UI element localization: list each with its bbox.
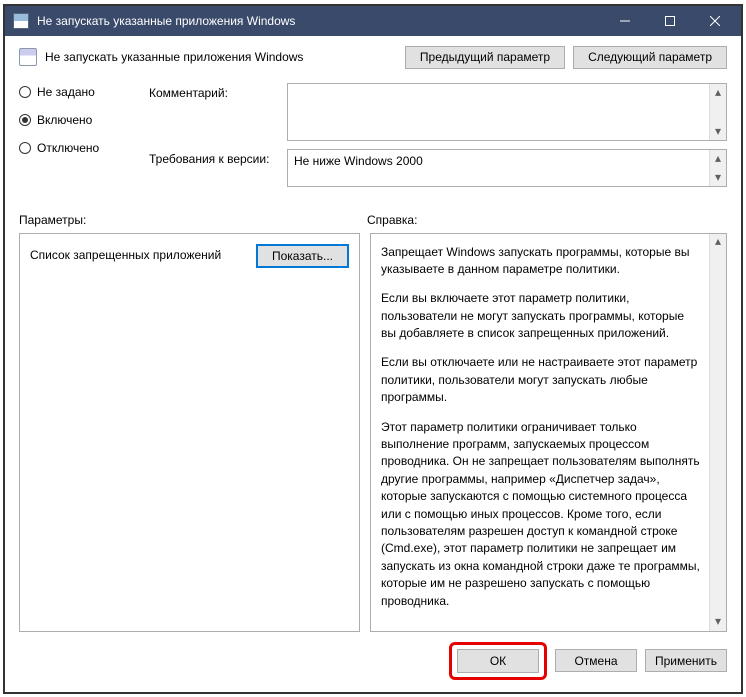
radio-label: Не задано [37,85,95,99]
help-text: Если вы отключаете или не настраиваете э… [381,354,700,406]
policy-icon [19,48,37,66]
close-button[interactable] [692,6,737,36]
ok-button[interactable]: ОК [457,649,539,673]
help-text: Этот параметр политики ограничивает толь… [381,419,700,610]
radio-icon [19,114,31,126]
params-heading: Параметры: [19,213,367,227]
requirements-field: Не ниже Windows 2000 ▴ ▾ [287,149,727,187]
ok-highlight: ОК [449,642,547,680]
next-setting-button[interactable]: Следующий параметр [573,46,727,69]
scroll-up-icon[interactable]: ▴ [710,150,726,167]
scroll-down-icon[interactable]: ▾ [710,169,726,186]
policy-dialog: Не запускать указанные приложения Window… [5,6,741,692]
policy-title: Не запускать указанные приложения Window… [45,50,397,64]
radio-enabled[interactable]: Включено [19,113,139,127]
scroll-down-icon[interactable]: ▾ [710,123,726,140]
apply-button[interactable]: Применить [645,649,727,672]
maximize-button[interactable] [647,6,692,36]
app-icon [13,13,29,29]
help-text: Запрещает Windows запускать программы, к… [381,244,700,279]
cancel-button[interactable]: Отмена [555,649,637,672]
scroll-up-icon[interactable]: ▴ [710,234,726,251]
scroll-up-icon[interactable]: ▴ [710,84,726,101]
params-pane: Список запрещенных приложений Показать..… [19,233,360,632]
radio-not-configured[interactable]: Не задано [19,85,139,99]
comment-field[interactable]: ▴ ▾ [287,83,727,141]
comment-label: Комментарий: [149,83,279,141]
prev-setting-button[interactable]: Предыдущий параметр [405,46,565,69]
title-text: Не запускать указанные приложения Window… [37,14,602,28]
titlebar[interactable]: Не запускать указанные приложения Window… [5,6,741,36]
radio-disabled[interactable]: Отключено [19,141,139,155]
scrollbar[interactable]: ▴ ▾ [709,234,726,631]
requirements-label: Требования к версии: [149,149,279,187]
help-heading: Справка: [367,213,727,227]
radio-label: Отключено [37,141,99,155]
radio-icon [19,86,31,98]
show-button[interactable]: Показать... [256,244,349,268]
scrollbar[interactable]: ▴ ▾ [709,150,726,186]
scroll-down-icon[interactable]: ▾ [710,614,726,631]
requirements-value: Не ниже Windows 2000 [294,154,423,168]
minimize-button[interactable] [602,6,647,36]
radio-icon [19,142,31,154]
help-text: Если вы включаете этот параметр политики… [381,290,700,342]
radio-label: Включено [37,113,92,127]
scrollbar[interactable]: ▴ ▾ [709,84,726,140]
help-pane: Запрещает Windows запускать программы, к… [370,233,727,632]
param-label: Список запрещенных приложений [30,244,248,262]
